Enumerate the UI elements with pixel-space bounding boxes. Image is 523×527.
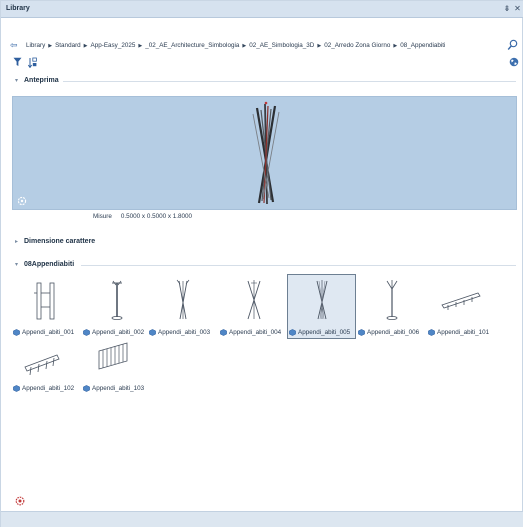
cube-icon: [428, 329, 435, 336]
library-item-label: Appendi_abiti_003: [158, 329, 211, 336]
cube-icon: [13, 385, 20, 392]
font-size-section-header[interactable]: ▸ Dimensione carattere: [11, 237, 516, 249]
items-section-title: 08Appendiabiti: [24, 261, 75, 268]
breadcrumb: Library ▶ Standard ▶ App-Easy_2025 ▶ _02_AE_Ar…: [26, 42, 445, 49]
tripod-stand-icon: [176, 279, 190, 320]
breadcrumb-separator-icon: ▶: [242, 43, 247, 49]
back-arrow-icon[interactable]: ⇦: [10, 40, 18, 51]
preview-viewport[interactable]: [12, 96, 517, 210]
wall-hook-rail-icon: [24, 354, 60, 376]
pole-stand-icon: [386, 280, 398, 321]
pin-icon[interactable]: ⇟: [503, 4, 511, 14]
breadcrumb-item[interactable]: Library: [26, 42, 45, 49]
globe-icon[interactable]: [509, 57, 519, 67]
library-item-label: Appendi_abiti_004: [229, 329, 282, 336]
breadcrumb-bar: ⇦ Library ▶ Standard ▶ App-Easy_2025 ▶ _02_AE_…: [1, 38, 523, 54]
cube-icon: [220, 329, 227, 336]
settings-gear-icon[interactable]: [15, 496, 25, 506]
breadcrumb-item[interactable]: Standard: [55, 42, 81, 49]
measures-row: Misure 0.5000 x 0.5000 x 1.8000: [93, 213, 192, 220]
breadcrumb-separator-icon: ▶: [317, 43, 322, 49]
tripod-stand-icon: [247, 280, 261, 320]
items-section-header[interactable]: ▾ 08Appendiabiti: [11, 260, 516, 272]
filter-icon[interactable]: [13, 57, 22, 67]
crossed-stand-icon: [316, 280, 328, 320]
close-icon[interactable]: ✕: [513, 4, 522, 14]
preview-section-title: Anteprima: [24, 77, 59, 84]
library-panel: Library ⇟ ✕ ⇦ Library ▶ Standard ▶ App-Easy_…: [0, 0, 523, 527]
preview-section-header[interactable]: ▾ Anteprima: [11, 76, 516, 88]
breadcrumb-separator-icon: ▶: [83, 43, 88, 49]
title-bar: Library ⇟ ✕: [1, 1, 523, 18]
collapse-chevron-icon: ▾: [15, 262, 19, 268]
measures-value: 0.5000 x 0.5000 x 1.8000: [120, 213, 192, 220]
breadcrumb-item[interactable]: App-Easy_2025: [91, 42, 136, 49]
slatted-panel-icon: [98, 342, 128, 370]
library-item-label: Appendi_abiti_006: [367, 329, 420, 336]
cube-icon: [289, 329, 296, 336]
rotate-view-icon[interactable]: [17, 196, 27, 206]
font-size-section-title: Dimensione carattere: [24, 238, 96, 245]
breadcrumb-item[interactable]: _02_AE_Architecture_Simbologia: [145, 42, 239, 49]
breadcrumb-item-current[interactable]: 08_Appendiabiti: [400, 42, 445, 49]
status-bar: [1, 511, 523, 527]
wall-hook-rail-icon: [441, 292, 481, 310]
breadcrumb-item[interactable]: 02_Arredo Zona Giorno: [324, 42, 390, 49]
rack-panel-icon: [34, 282, 55, 320]
cube-icon: [83, 385, 90, 392]
sort-icon[interactable]: [28, 57, 37, 68]
expand-chevron-icon: ▸: [15, 239, 19, 245]
breadcrumb-separator-icon: ▶: [138, 43, 143, 49]
library-item-caption: Appendi_abiti_103: [83, 385, 144, 392]
library-item-label: Appendi_abiti_101: [437, 329, 490, 336]
window-title: Library: [6, 5, 30, 12]
library-item-caption: Appendi_abiti_003: [149, 329, 210, 336]
coat-stand-3d-preview: [252, 101, 280, 205]
measures-label: Misure: [93, 213, 112, 220]
library-item-caption: Appendi_abiti_006: [358, 329, 419, 336]
library-item-label: Appendi_abiti_005: [298, 329, 351, 336]
toolbar: [1, 56, 523, 70]
breadcrumb-item[interactable]: 02_AE_Simbologia_3D: [249, 42, 314, 49]
section-divider: [63, 81, 516, 82]
library-item-caption: Appendi_abiti_101: [428, 329, 489, 336]
breadcrumb-separator-icon: ▶: [48, 43, 53, 49]
coat-stand-icon: [111, 280, 123, 321]
library-item-label: Appendi_abiti_103: [92, 385, 145, 392]
library-item-caption: Appendi_abiti_005: [289, 329, 350, 336]
library-item-label: Appendi_abiti_102: [22, 385, 75, 392]
search-icon[interactable]: [507, 39, 518, 51]
breadcrumb-separator-icon: ▶: [393, 43, 398, 49]
library-item-caption: Appendi_abiti_102: [13, 385, 74, 392]
cube-icon: [358, 329, 365, 336]
section-divider: [81, 265, 516, 266]
library-item-caption: Appendi_abiti_004: [220, 329, 281, 336]
collapse-chevron-icon: ▾: [15, 78, 19, 84]
